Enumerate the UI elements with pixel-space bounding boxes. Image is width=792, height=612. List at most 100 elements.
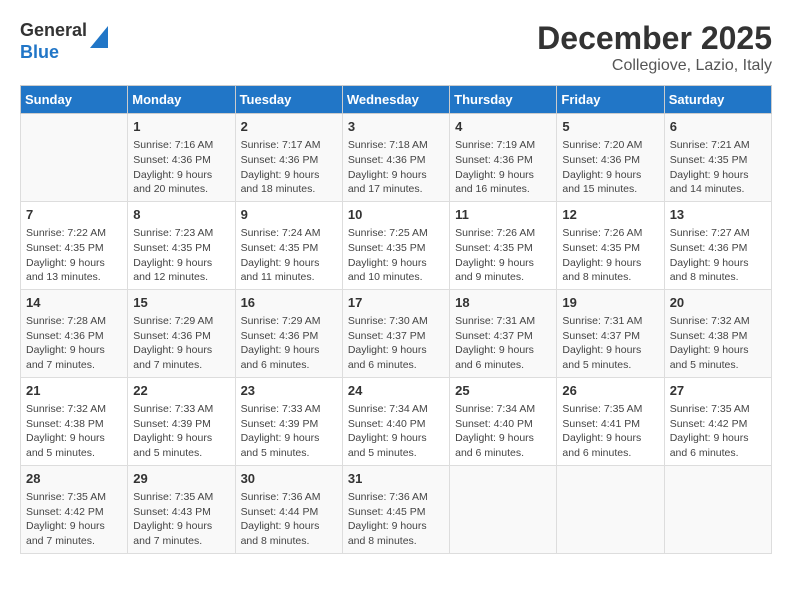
day-number: 22 [133,382,229,400]
calendar-cell: 17 Sunrise: 7:30 AMSunset: 4:37 PMDayligh… [342,289,449,377]
cell-info: Sunrise: 7:32 AMSunset: 4:38 PMDaylight:… [670,314,766,373]
header-friday: Friday [557,86,664,114]
page-header: General Blue December 2025 Collegiove, L… [20,20,772,75]
cell-info: Sunrise: 7:31 AMSunset: 4:37 PMDaylight:… [455,314,551,373]
logo: General Blue [20,20,108,63]
calendar-cell: 1 Sunrise: 7:16 AMSunset: 4:36 PMDaylight… [128,114,235,202]
cell-info: Sunrise: 7:16 AMSunset: 4:36 PMDaylight:… [133,138,229,197]
calendar-cell: 11Sunrise: 7:26 AMSunset: 4:35 PMDayligh… [450,201,557,289]
calendar-cell: 16Sunrise: 7:29 AMSunset: 4:36 PMDayligh… [235,289,342,377]
day-number: 20 [670,294,766,312]
day-number: 24 [348,382,444,400]
calendar-cell [450,465,557,553]
day-number: 23 [241,382,337,400]
calendar-cell: 7 Sunrise: 7:22 AMSunset: 4:35 PMDaylight… [21,201,128,289]
cell-info: Sunrise: 7:24 AMSunset: 4:35 PMDaylight:… [241,226,337,285]
day-number: 3 [348,118,444,136]
day-number: 14 [26,294,122,312]
day-number: 26 [562,382,658,400]
logo-line1: General [20,20,87,42]
calendar-cell: 29Sunrise: 7:35 AMSunset: 4:43 PMDayligh… [128,465,235,553]
calendar-cell: 31 Sunrise: 7:36 AMSunset: 4:45 PMDayligh… [342,465,449,553]
cell-info: Sunrise: 7:25 AMSunset: 4:35 PMDaylight:… [348,226,444,285]
day-number: 25 [455,382,551,400]
day-number: 1 [133,118,229,136]
cell-info: Sunrise: 7:19 AMSunset: 4:36 PMDaylight:… [455,138,551,197]
cell-info: Sunrise: 7:35 AMSunset: 4:41 PMDaylight:… [562,402,658,461]
calendar-cell: 13 Sunrise: 7:27 AMSunset: 4:36 PMDayligh… [664,201,771,289]
calendar-cell: 20 Sunrise: 7:32 AMSunset: 4:38 PMDayligh… [664,289,771,377]
day-number: 17 [348,294,444,312]
cell-info: Sunrise: 7:17 AMSunset: 4:36 PMDaylight:… [241,138,337,197]
cell-info: Sunrise: 7:23 AMSunset: 4:35 PMDaylight:… [133,226,229,285]
day-number: 4 [455,118,551,136]
day-number: 12 [562,206,658,224]
day-number: 10 [348,206,444,224]
cell-info: Sunrise: 7:33 AMSunset: 4:39 PMDaylight:… [133,402,229,461]
calendar-cell: 23 Sunrise: 7:33 AMSunset: 4:39 PMDayligh… [235,377,342,465]
calendar-cell: 4 Sunrise: 7:19 AMSunset: 4:36 PMDaylight… [450,114,557,202]
calendar-cell: 14 Sunrise: 7:28 AMSunset: 4:36 PMDayligh… [21,289,128,377]
calendar-cell: 27 Sunrise: 7:35 AMSunset: 4:42 PMDayligh… [664,377,771,465]
cell-info: Sunrise: 7:32 AMSunset: 4:38 PMDaylight:… [26,402,122,461]
cell-info: Sunrise: 7:29 AMSunset: 4:36 PMDaylight:… [133,314,229,373]
calendar-cell: 2 Sunrise: 7:17 AMSunset: 4:36 PMDaylight… [235,114,342,202]
day-number: 27 [670,382,766,400]
calendar-cell: 26 Sunrise: 7:35 AMSunset: 4:41 PMDayligh… [557,377,664,465]
calendar-week-row: 21Sunrise: 7:32 AMSunset: 4:38 PMDayligh… [21,377,772,465]
header-tuesday: Tuesday [235,86,342,114]
calendar-cell: 9 Sunrise: 7:24 AMSunset: 4:35 PMDaylight… [235,201,342,289]
calendar-cell: 12Sunrise: 7:26 AMSunset: 4:35 PMDayligh… [557,201,664,289]
calendar-cell: 25 Sunrise: 7:34 AMSunset: 4:40 PMDayligh… [450,377,557,465]
cell-info: Sunrise: 7:35 AMSunset: 4:42 PMDaylight:… [670,402,766,461]
calendar-cell [21,114,128,202]
calendar-table: SundayMondayTuesdayWednesdayThursdayFrid… [20,85,772,554]
header-saturday: Saturday [664,86,771,114]
cell-info: Sunrise: 7:33 AMSunset: 4:39 PMDaylight:… [241,402,337,461]
calendar-cell: 15 Sunrise: 7:29 AMSunset: 4:36 PMDayligh… [128,289,235,377]
cell-info: Sunrise: 7:28 AMSunset: 4:36 PMDaylight:… [26,314,122,373]
header-monday: Monday [128,86,235,114]
day-number: 2 [241,118,337,136]
cell-info: Sunrise: 7:27 AMSunset: 4:36 PMDaylight:… [670,226,766,285]
day-number: 16 [241,294,337,312]
day-number: 15 [133,294,229,312]
cell-info: Sunrise: 7:36 AMSunset: 4:44 PMDaylight:… [241,490,337,549]
page-title: December 2025 [537,20,772,57]
day-number: 11 [455,206,551,224]
day-number: 30 [241,470,337,488]
day-number: 7 [26,206,122,224]
day-number: 19 [562,294,658,312]
calendar-cell: 8 Sunrise: 7:23 AMSunset: 4:35 PMDaylight… [128,201,235,289]
day-number: 13 [670,206,766,224]
calendar-cell [664,465,771,553]
logo-line2: Blue [20,42,87,64]
cell-info: Sunrise: 7:36 AMSunset: 4:45 PMDaylight:… [348,490,444,549]
cell-info: Sunrise: 7:34 AMSunset: 4:40 PMDaylight:… [455,402,551,461]
calendar-cell: 24Sunrise: 7:34 AMSunset: 4:40 PMDayligh… [342,377,449,465]
cell-info: Sunrise: 7:35 AMSunset: 4:42 PMDaylight:… [26,490,122,549]
day-number: 31 [348,470,444,488]
calendar-cell: 22 Sunrise: 7:33 AMSunset: 4:39 PMDayligh… [128,377,235,465]
title-block: December 2025 Collegiove, Lazio, Italy [537,20,772,75]
cell-info: Sunrise: 7:20 AMSunset: 4:36 PMDaylight:… [562,138,658,197]
cell-info: Sunrise: 7:31 AMSunset: 4:37 PMDaylight:… [562,314,658,373]
cell-info: Sunrise: 7:22 AMSunset: 4:35 PMDaylight:… [26,226,122,285]
calendar-cell: 28 Sunrise: 7:35 AMSunset: 4:42 PMDayligh… [21,465,128,553]
calendar-cell: 18 Sunrise: 7:31 AMSunset: 4:37 PMDayligh… [450,289,557,377]
day-number: 18 [455,294,551,312]
calendar-cell [557,465,664,553]
cell-info: Sunrise: 7:18 AMSunset: 4:36 PMDaylight:… [348,138,444,197]
day-number: 8 [133,206,229,224]
calendar-cell: 19 Sunrise: 7:31 AMSunset: 4:37 PMDayligh… [557,289,664,377]
cell-info: Sunrise: 7:30 AMSunset: 4:37 PMDaylight:… [348,314,444,373]
day-number: 28 [26,470,122,488]
page-subtitle: Collegiove, Lazio, Italy [537,57,772,75]
day-number: 9 [241,206,337,224]
cell-info: Sunrise: 7:21 AMSunset: 4:35 PMDaylight:… [670,138,766,197]
calendar-cell: 10 Sunrise: 7:25 AMSunset: 4:35 PMDayligh… [342,201,449,289]
calendar-header-row: SundayMondayTuesdayWednesdayThursdayFrid… [21,86,772,114]
calendar-week-row: 1 Sunrise: 7:16 AMSunset: 4:36 PMDaylight… [21,114,772,202]
cell-info: Sunrise: 7:35 AMSunset: 4:43 PMDaylight:… [133,490,229,549]
day-number: 6 [670,118,766,136]
